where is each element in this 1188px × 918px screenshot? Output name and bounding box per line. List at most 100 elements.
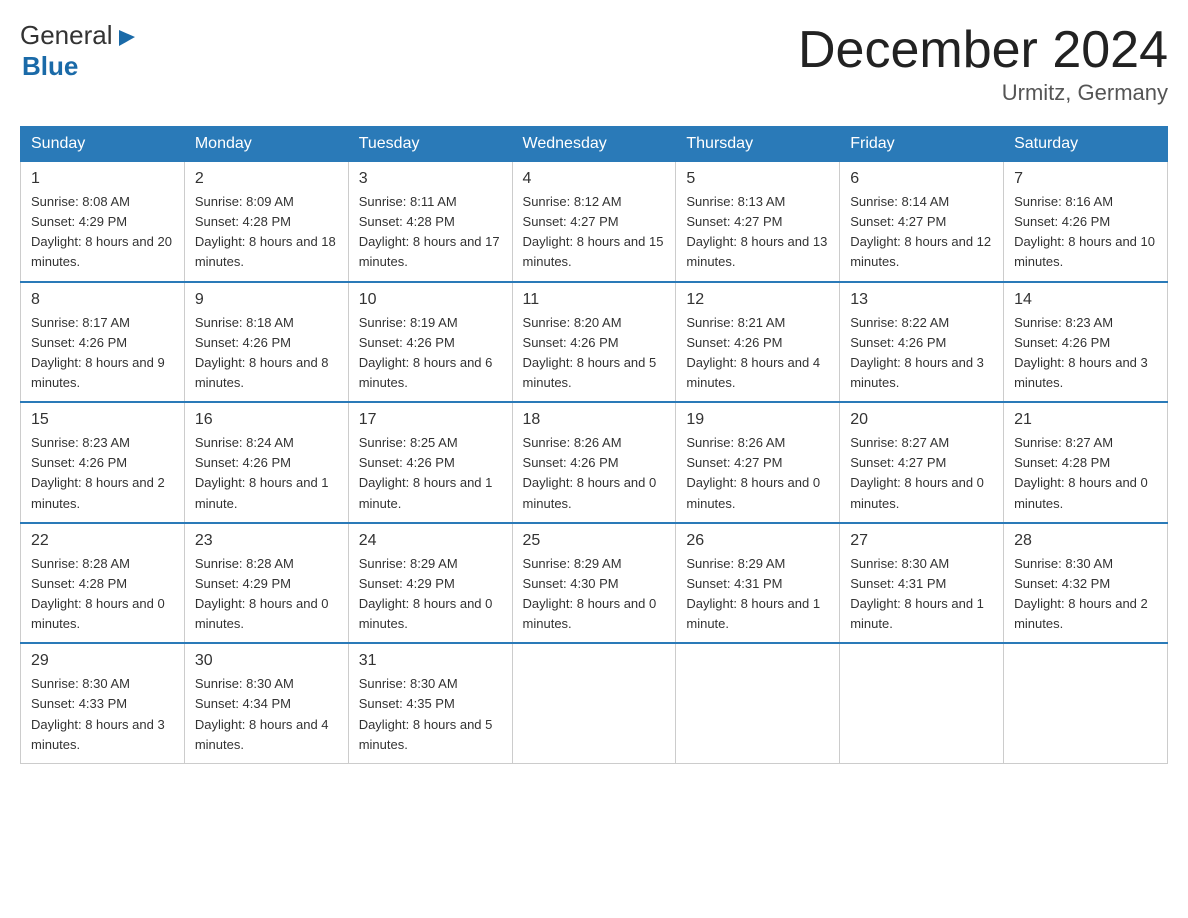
day-info: Sunrise: 8:26 AMSunset: 4:26 PMDaylight:… — [523, 433, 666, 514]
col-tuesday: Tuesday — [348, 127, 512, 162]
col-friday: Friday — [840, 127, 1004, 162]
day-info: Sunrise: 8:30 AMSunset: 4:33 PMDaylight:… — [31, 674, 174, 755]
table-row: 12 Sunrise: 8:21 AMSunset: 4:26 PMDaylig… — [676, 282, 840, 403]
day-number: 3 — [359, 170, 502, 188]
day-number: 2 — [195, 170, 338, 188]
table-row: 18 Sunrise: 8:26 AMSunset: 4:26 PMDaylig… — [512, 402, 676, 523]
day-info: Sunrise: 8:30 AMSunset: 4:35 PMDaylight:… — [359, 674, 502, 755]
table-row: 23 Sunrise: 8:28 AMSunset: 4:29 PMDaylig… — [184, 523, 348, 644]
day-number: 16 — [195, 411, 338, 429]
table-row: 4 Sunrise: 8:12 AMSunset: 4:27 PMDayligh… — [512, 162, 676, 282]
day-number: 29 — [31, 652, 174, 670]
table-row: 19 Sunrise: 8:26 AMSunset: 4:27 PMDaylig… — [676, 402, 840, 523]
day-number: 31 — [359, 652, 502, 670]
table-row: 5 Sunrise: 8:13 AMSunset: 4:27 PMDayligh… — [676, 162, 840, 282]
day-info: Sunrise: 8:23 AMSunset: 4:26 PMDaylight:… — [1014, 313, 1157, 394]
day-info: Sunrise: 8:14 AMSunset: 4:27 PMDaylight:… — [850, 192, 993, 273]
day-info: Sunrise: 8:28 AMSunset: 4:28 PMDaylight:… — [31, 554, 174, 635]
day-info: Sunrise: 8:30 AMSunset: 4:31 PMDaylight:… — [850, 554, 993, 635]
page-header: General Blue December 2024 Urmitz, Germa… — [20, 20, 1168, 106]
table-row: 21 Sunrise: 8:27 AMSunset: 4:28 PMDaylig… — [1004, 402, 1168, 523]
day-info: Sunrise: 8:24 AMSunset: 4:26 PMDaylight:… — [195, 433, 338, 514]
day-number: 20 — [850, 411, 993, 429]
table-row: 9 Sunrise: 8:18 AMSunset: 4:26 PMDayligh… — [184, 282, 348, 403]
day-number: 13 — [850, 291, 993, 309]
col-monday: Monday — [184, 127, 348, 162]
day-number: 7 — [1014, 170, 1157, 188]
day-number: 6 — [850, 170, 993, 188]
day-number: 18 — [523, 411, 666, 429]
calendar-week-row: 8 Sunrise: 8:17 AMSunset: 4:26 PMDayligh… — [21, 282, 1168, 403]
table-row: 29 Sunrise: 8:30 AMSunset: 4:33 PMDaylig… — [21, 643, 185, 763]
table-row: 11 Sunrise: 8:20 AMSunset: 4:26 PMDaylig… — [512, 282, 676, 403]
calendar-week-row: 15 Sunrise: 8:23 AMSunset: 4:26 PMDaylig… — [21, 402, 1168, 523]
calendar-week-row: 22 Sunrise: 8:28 AMSunset: 4:28 PMDaylig… — [21, 523, 1168, 644]
table-row: 7 Sunrise: 8:16 AMSunset: 4:26 PMDayligh… — [1004, 162, 1168, 282]
day-info: Sunrise: 8:27 AMSunset: 4:27 PMDaylight:… — [850, 433, 993, 514]
day-number: 10 — [359, 291, 502, 309]
day-number: 24 — [359, 532, 502, 550]
table-row: 17 Sunrise: 8:25 AMSunset: 4:26 PMDaylig… — [348, 402, 512, 523]
day-number: 14 — [1014, 291, 1157, 309]
day-number: 25 — [523, 532, 666, 550]
day-number: 21 — [1014, 411, 1157, 429]
table-row — [512, 643, 676, 763]
day-number: 17 — [359, 411, 502, 429]
logo: General Blue — [20, 20, 137, 82]
calendar-table: Sunday Monday Tuesday Wednesday Thursday… — [20, 126, 1168, 764]
day-number: 30 — [195, 652, 338, 670]
month-title: December 2024 — [798, 20, 1168, 80]
table-row: 8 Sunrise: 8:17 AMSunset: 4:26 PMDayligh… — [21, 282, 185, 403]
day-info: Sunrise: 8:29 AMSunset: 4:29 PMDaylight:… — [359, 554, 502, 635]
table-row: 1 Sunrise: 8:08 AMSunset: 4:29 PMDayligh… — [21, 162, 185, 282]
day-number: 23 — [195, 532, 338, 550]
logo-blue-text: Blue — [22, 51, 78, 81]
day-number: 9 — [195, 291, 338, 309]
table-row: 25 Sunrise: 8:29 AMSunset: 4:30 PMDaylig… — [512, 523, 676, 644]
table-row: 3 Sunrise: 8:11 AMSunset: 4:28 PMDayligh… — [348, 162, 512, 282]
col-saturday: Saturday — [1004, 127, 1168, 162]
table-row: 31 Sunrise: 8:30 AMSunset: 4:35 PMDaylig… — [348, 643, 512, 763]
logo-triangle-icon — [115, 26, 137, 48]
day-number: 15 — [31, 411, 174, 429]
table-row: 6 Sunrise: 8:14 AMSunset: 4:27 PMDayligh… — [840, 162, 1004, 282]
day-number: 8 — [31, 291, 174, 309]
day-info: Sunrise: 8:27 AMSunset: 4:28 PMDaylight:… — [1014, 433, 1157, 514]
day-number: 12 — [686, 291, 829, 309]
logo-general-text: General — [20, 20, 113, 51]
col-sunday: Sunday — [21, 127, 185, 162]
day-number: 27 — [850, 532, 993, 550]
day-info: Sunrise: 8:12 AMSunset: 4:27 PMDaylight:… — [523, 192, 666, 273]
day-info: Sunrise: 8:30 AMSunset: 4:34 PMDaylight:… — [195, 674, 338, 755]
day-info: Sunrise: 8:21 AMSunset: 4:26 PMDaylight:… — [686, 313, 829, 394]
day-number: 4 — [523, 170, 666, 188]
calendar-header-row: Sunday Monday Tuesday Wednesday Thursday… — [21, 127, 1168, 162]
col-thursday: Thursday — [676, 127, 840, 162]
day-number: 26 — [686, 532, 829, 550]
table-row: 20 Sunrise: 8:27 AMSunset: 4:27 PMDaylig… — [840, 402, 1004, 523]
table-row: 30 Sunrise: 8:30 AMSunset: 4:34 PMDaylig… — [184, 643, 348, 763]
table-row: 26 Sunrise: 8:29 AMSunset: 4:31 PMDaylig… — [676, 523, 840, 644]
day-number: 28 — [1014, 532, 1157, 550]
day-info: Sunrise: 8:29 AMSunset: 4:31 PMDaylight:… — [686, 554, 829, 635]
day-number: 5 — [686, 170, 829, 188]
day-info: Sunrise: 8:09 AMSunset: 4:28 PMDaylight:… — [195, 192, 338, 273]
day-number: 11 — [523, 291, 666, 309]
day-info: Sunrise: 8:11 AMSunset: 4:28 PMDaylight:… — [359, 192, 502, 273]
day-number: 1 — [31, 170, 174, 188]
table-row — [1004, 643, 1168, 763]
table-row: 28 Sunrise: 8:30 AMSunset: 4:32 PMDaylig… — [1004, 523, 1168, 644]
table-row: 10 Sunrise: 8:19 AMSunset: 4:26 PMDaylig… — [348, 282, 512, 403]
day-info: Sunrise: 8:16 AMSunset: 4:26 PMDaylight:… — [1014, 192, 1157, 273]
day-info: Sunrise: 8:28 AMSunset: 4:29 PMDaylight:… — [195, 554, 338, 635]
day-info: Sunrise: 8:08 AMSunset: 4:29 PMDaylight:… — [31, 192, 174, 273]
table-row — [676, 643, 840, 763]
day-info: Sunrise: 8:20 AMSunset: 4:26 PMDaylight:… — [523, 313, 666, 394]
table-row: 2 Sunrise: 8:09 AMSunset: 4:28 PMDayligh… — [184, 162, 348, 282]
day-info: Sunrise: 8:30 AMSunset: 4:32 PMDaylight:… — [1014, 554, 1157, 635]
day-number: 22 — [31, 532, 174, 550]
day-info: Sunrise: 8:29 AMSunset: 4:30 PMDaylight:… — [523, 554, 666, 635]
table-row: 22 Sunrise: 8:28 AMSunset: 4:28 PMDaylig… — [21, 523, 185, 644]
title-area: December 2024 Urmitz, Germany — [798, 20, 1168, 106]
table-row: 15 Sunrise: 8:23 AMSunset: 4:26 PMDaylig… — [21, 402, 185, 523]
